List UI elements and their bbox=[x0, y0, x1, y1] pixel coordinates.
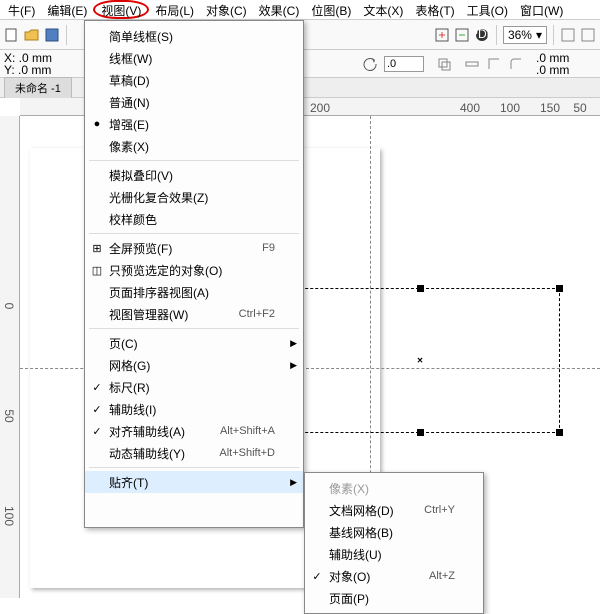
mi-preview-selected[interactable]: ◫只预览选定的对象(O) bbox=[85, 259, 303, 281]
mi-draft[interactable]: 草稿(D) bbox=[85, 69, 303, 91]
menu-object[interactable]: 对象(C) bbox=[200, 0, 253, 19]
view-menu: 简单线框(S) 线框(W) 草稿(D) 普通(N) ●增强(E) 像素(X) 模… bbox=[84, 20, 304, 528]
undo-icon[interactable] bbox=[362, 56, 378, 72]
mi-align-guides[interactable]: ✓对齐辅助线(A)Alt+Shift+A bbox=[85, 420, 303, 442]
menu-file[interactable]: 牛(F) bbox=[2, 0, 41, 19]
chevron-down-icon: ▾ bbox=[536, 28, 542, 42]
mi-rasterize[interactable]: 光栅化复合效果(Z) bbox=[85, 186, 303, 208]
smi-baseline-grid[interactable]: 基线网格(B) bbox=[305, 521, 483, 543]
menu-window[interactable]: 窗口(W) bbox=[514, 0, 569, 19]
corner-icon[interactable] bbox=[486, 56, 502, 72]
menubar: 牛(F) 编辑(E) 视图(V) 布局(L) 对象(C) 效果(C) 位图(B)… bbox=[0, 0, 600, 20]
corner2-icon[interactable] bbox=[508, 56, 524, 72]
mi-snap-to[interactable]: 贴齐(T)▶ bbox=[85, 471, 303, 493]
handle-s[interactable] bbox=[417, 429, 424, 436]
unit-readout: .0 mm .0 mm bbox=[536, 52, 596, 76]
snap-icon[interactable] bbox=[560, 27, 576, 43]
unit2: .0 mm bbox=[536, 64, 596, 76]
menu-layout[interactable]: 布局(L) bbox=[149, 0, 200, 19]
mi-grid[interactable]: 网格(G)▶ bbox=[85, 354, 303, 376]
smi-page[interactable]: 页面(P) bbox=[305, 587, 483, 609]
smi-objects[interactable]: ✓对象(O)Alt+Z bbox=[305, 565, 483, 587]
handle-n[interactable] bbox=[417, 285, 424, 292]
handle-ne[interactable] bbox=[556, 285, 563, 292]
ruler-vertical: 0 50 100 bbox=[0, 116, 20, 598]
mi-wireframe[interactable]: 线框(W) bbox=[85, 47, 303, 69]
y-coord: Y: .0 mm bbox=[4, 64, 64, 76]
handle-se[interactable] bbox=[556, 429, 563, 436]
export-icon[interactable] bbox=[454, 27, 470, 43]
menu-table[interactable]: 表格(T) bbox=[409, 0, 460, 19]
options-icon[interactable] bbox=[580, 27, 596, 43]
mi-proof-colors[interactable]: 校样颜色 bbox=[85, 208, 303, 230]
center-marker: × bbox=[417, 355, 423, 366]
save-icon[interactable] bbox=[44, 27, 60, 43]
menu-tools[interactable]: 工具(O) bbox=[461, 0, 514, 19]
menu-effect[interactable]: 效果(C) bbox=[253, 0, 306, 19]
mi-enhanced[interactable]: ●增强(E) bbox=[85, 113, 303, 135]
selection[interactable]: × bbox=[280, 288, 560, 433]
smi-guides[interactable]: 辅助线(U) bbox=[305, 543, 483, 565]
mi-view-manager[interactable]: 视图管理器(W)Ctrl+F2 bbox=[85, 303, 303, 325]
nudge-input[interactable] bbox=[384, 56, 424, 72]
x-coord: X: .0 mm bbox=[4, 52, 64, 64]
import-icon[interactable] bbox=[434, 27, 450, 43]
mi-page-sorter[interactable]: 页面排序器视图(A) bbox=[85, 281, 303, 303]
mi-fullscreen[interactable]: ⊞全屏预览(F)F9 bbox=[85, 237, 303, 259]
menu-edit[interactable]: 编辑(E) bbox=[41, 0, 93, 19]
smi-doc-grid[interactable]: 文档网格(D)Ctrl+Y bbox=[305, 499, 483, 521]
unit1: .0 mm bbox=[536, 52, 596, 64]
coord-readout: X: .0 mm Y: .0 mm bbox=[4, 52, 64, 76]
align-icon[interactable] bbox=[464, 56, 480, 72]
pdf-icon[interactable]: PDF bbox=[474, 27, 490, 43]
open-icon[interactable] bbox=[24, 27, 40, 43]
snap-submenu: 像素(X) 文档网格(D)Ctrl+Y 基线网格(B) 辅助线(U) ✓对象(O… bbox=[304, 472, 484, 614]
smi-pixels: 像素(X) bbox=[305, 477, 483, 499]
menu-text[interactable]: 文本(X) bbox=[357, 0, 409, 19]
mi-page[interactable]: 页(C)▶ bbox=[85, 332, 303, 354]
mi-guides[interactable]: ✓辅助线(I) bbox=[85, 398, 303, 420]
mi-pixels[interactable]: 像素(X) bbox=[85, 135, 303, 157]
menu-bitmap[interactable]: 位图(B) bbox=[305, 0, 357, 19]
duplicate-icon[interactable] bbox=[436, 56, 452, 72]
mi-overprint[interactable]: 模拟叠印(V) bbox=[85, 164, 303, 186]
mi-dynamic-guides[interactable]: 动态辅助线(Y)Alt+Shift+D bbox=[85, 442, 303, 464]
svg-text:PDF: PDF bbox=[474, 27, 490, 41]
new-icon[interactable] bbox=[4, 27, 20, 43]
mi-normal[interactable]: 普通(N) bbox=[85, 91, 303, 113]
doc-tab[interactable]: 未命名 -1 bbox=[4, 77, 72, 99]
menu-view[interactable]: 视图(V) bbox=[93, 0, 149, 19]
zoom-value: 36% bbox=[508, 28, 532, 42]
zoom-level[interactable]: 36% ▾ bbox=[503, 26, 547, 44]
mi-rulers[interactable]: ✓标尺(R) bbox=[85, 376, 303, 398]
mi-simple-wireframe[interactable]: 简单线框(S) bbox=[85, 25, 303, 47]
